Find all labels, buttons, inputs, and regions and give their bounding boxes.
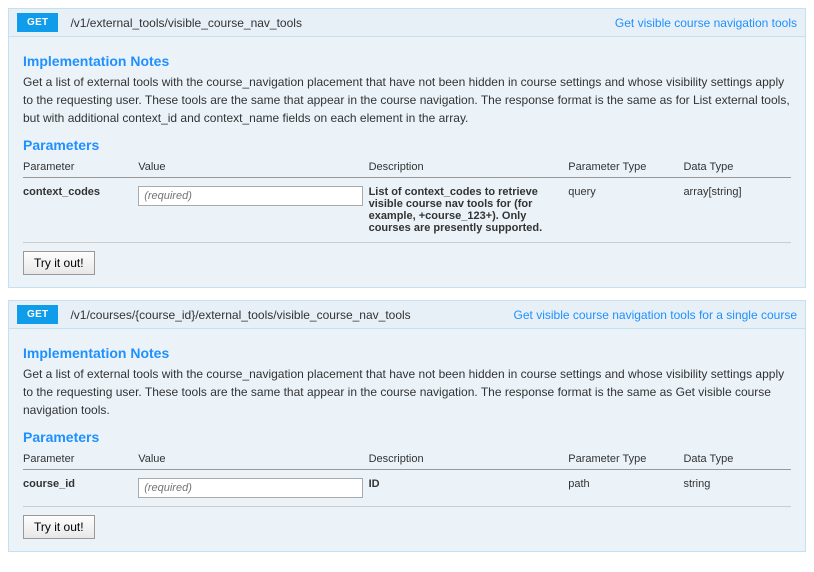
http-method-badge: GET (17, 305, 58, 324)
table-row: course_id ID path string (23, 470, 791, 507)
implementation-notes-heading: Implementation Notes (23, 345, 791, 361)
column-header-parameter-type: Parameter Type (568, 157, 683, 178)
endpoint-body: Implementation Notes Get a list of exter… (8, 329, 806, 552)
parameters-table: Parameter Value Description Parameter Ty… (23, 449, 791, 507)
endpoint-body: Implementation Notes Get a list of exter… (8, 37, 806, 288)
endpoint-doc-link[interactable]: Get visible course navigation tools for … (514, 308, 797, 322)
parameter-name: course_id (23, 470, 138, 507)
column-header-parameter: Parameter (23, 157, 138, 178)
parameter-description: ID (369, 470, 569, 507)
column-header-data-type: Data Type (683, 157, 791, 178)
endpoint-header[interactable]: GET /v1/courses/{course_id}/external_too… (8, 300, 806, 329)
try-it-out-button[interactable]: Try it out! (23, 251, 95, 275)
column-header-value: Value (138, 157, 368, 178)
endpoint-path: /v1/external_tools/visible_course_nav_to… (70, 16, 301, 30)
column-header-parameter: Parameter (23, 449, 138, 470)
endpoint-block: GET /v1/external_tools/visible_course_na… (8, 8, 806, 288)
column-header-value: Value (138, 449, 368, 470)
parameter-data-type: string (683, 470, 791, 507)
parameters-heading: Parameters (23, 429, 791, 445)
parameter-type: path (568, 470, 683, 507)
http-method-badge: GET (17, 13, 58, 32)
parameter-value-input[interactable] (138, 478, 362, 498)
endpoint-header[interactable]: GET /v1/external_tools/visible_course_na… (8, 8, 806, 37)
try-it-out-button[interactable]: Try it out! (23, 515, 95, 539)
column-header-description: Description (369, 157, 569, 178)
table-header-row: Parameter Value Description Parameter Ty… (23, 157, 791, 178)
parameter-name: context_codes (23, 178, 138, 243)
endpoint-block: GET /v1/courses/{course_id}/external_too… (8, 300, 806, 552)
endpoint-path: /v1/courses/{course_id}/external_tools/v… (70, 308, 410, 322)
column-header-data-type: Data Type (683, 449, 791, 470)
endpoint-doc-link[interactable]: Get visible course navigation tools (615, 16, 797, 30)
implementation-notes-heading: Implementation Notes (23, 53, 791, 69)
table-header-row: Parameter Value Description Parameter Ty… (23, 449, 791, 470)
implementation-notes-text: Get a list of external tools with the co… (23, 73, 791, 127)
parameter-description: List of context_codes to retrieve visibl… (369, 178, 569, 243)
parameter-value-input[interactable] (138, 186, 362, 206)
table-row: context_codes List of context_codes to r… (23, 178, 791, 243)
column-header-description: Description (369, 449, 569, 470)
parameters-heading: Parameters (23, 137, 791, 153)
implementation-notes-text: Get a list of external tools with the co… (23, 365, 791, 419)
column-header-parameter-type: Parameter Type (568, 449, 683, 470)
parameters-table: Parameter Value Description Parameter Ty… (23, 157, 791, 243)
parameter-data-type: array[string] (683, 178, 791, 243)
parameter-type: query (568, 178, 683, 243)
